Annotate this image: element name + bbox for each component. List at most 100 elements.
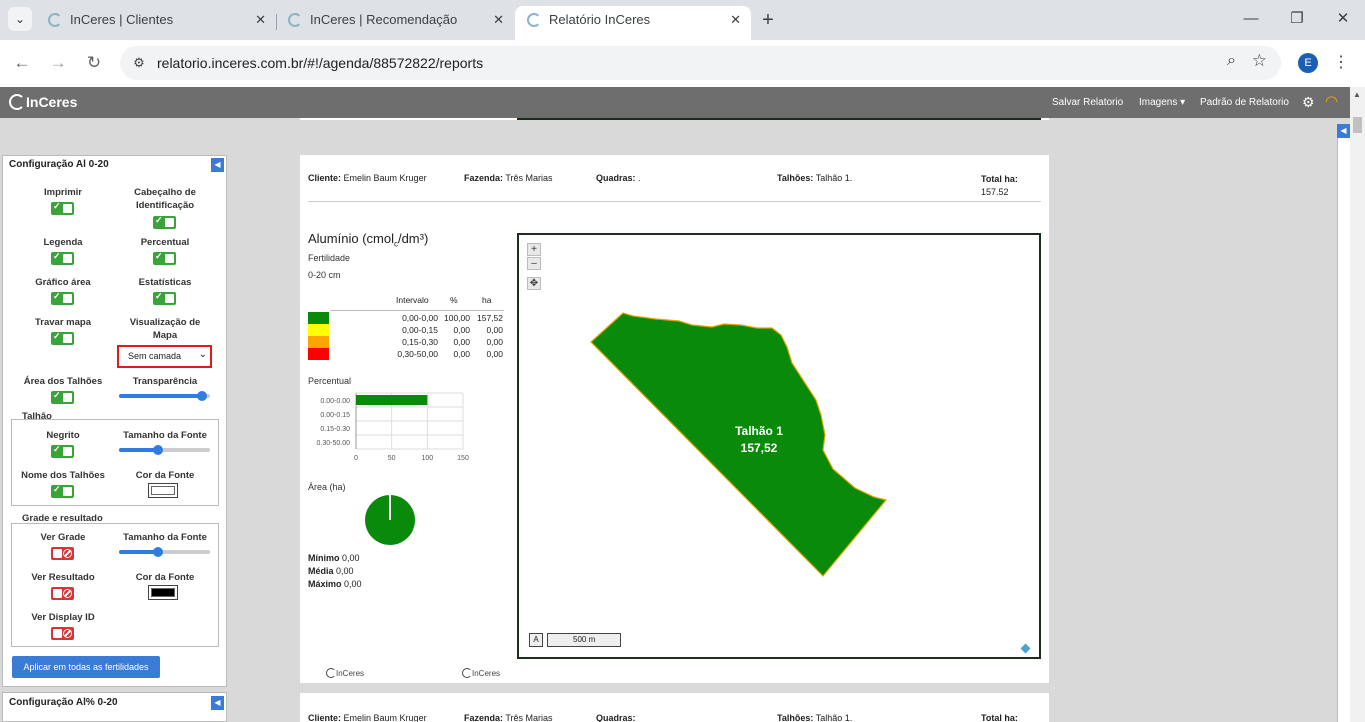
page-scrollbar[interactable]: ▲ bbox=[1350, 87, 1365, 722]
show-result-toggle[interactable] bbox=[51, 587, 74, 600]
grid-font-size-label: Tamanho da Fonte bbox=[123, 532, 207, 543]
close-window-icon[interactable]: ✕ bbox=[1333, 8, 1353, 30]
plot-map[interactable]: + – ✥ Talhão 1 157,52 A 500 m bbox=[517, 233, 1041, 659]
grid-font-color-picker[interactable] bbox=[148, 585, 178, 600]
plot-name-label: Talhão 1 bbox=[735, 424, 783, 438]
depth-label: 0-20 cm bbox=[308, 270, 341, 280]
plot-map-label: Talhão 1 157,52 bbox=[709, 423, 809, 457]
connection-wifi-icon: ◠ bbox=[1325, 93, 1339, 110]
percent-toggle[interactable]: ✓ bbox=[153, 251, 176, 265]
color-swatch bbox=[151, 486, 175, 495]
chart-tick-label: 50 bbox=[388, 455, 396, 462]
restore-icon[interactable]: ❐ bbox=[1287, 8, 1307, 30]
stats-toggle[interactable]: ✓ bbox=[153, 291, 176, 305]
plot-names-toggle[interactable]: ✓ bbox=[51, 484, 74, 498]
default-report-link[interactable]: Padrão de Relatorio bbox=[1200, 87, 1289, 118]
slider-knob[interactable] bbox=[153, 445, 163, 455]
collapse-panel-icon[interactable]: ◀ bbox=[211, 158, 224, 172]
close-tab-icon[interactable]: ✕ bbox=[493, 6, 504, 34]
farm-label: Fazenda: bbox=[464, 713, 504, 722]
zoom-icon[interactable]: ⌕ bbox=[1227, 52, 1236, 70]
scroll-thumb[interactable] bbox=[1353, 117, 1362, 133]
show-grid-toggle[interactable] bbox=[51, 547, 74, 560]
legend-pct: 0,00 bbox=[453, 349, 470, 359]
header-toggle[interactable]: ✓ bbox=[153, 215, 176, 229]
slider-knob[interactable] bbox=[197, 391, 207, 401]
bold-label: Negrito bbox=[46, 430, 80, 441]
browser-tab-clientes[interactable]: InCeres | Clientes ✕ bbox=[36, 6, 276, 40]
plots-value: Talhão 1. bbox=[815, 173, 853, 183]
toggle-knob bbox=[53, 629, 62, 638]
grid-font-size-slider[interactable] bbox=[119, 547, 210, 557]
legend-header-pct: % bbox=[450, 295, 458, 305]
percent-label: Percentual bbox=[308, 376, 352, 386]
address-bar[interactable]: ⚙ relatorio.inceres.com.br/#!/agenda/885… bbox=[120, 46, 1281, 80]
reload-icon[interactable]: ↻ bbox=[83, 52, 105, 74]
collapse-panel-icon[interactable]: ◀ bbox=[211, 696, 224, 710]
expand-panel-icon[interactable]: ◀ bbox=[1337, 124, 1350, 138]
blocks-info: Quadras: bbox=[596, 713, 636, 722]
browser-toolbar: ← → ↻ ⚙ relatorio.inceres.com.br/#!/agen… bbox=[0, 40, 1365, 87]
farm-value: Três Marias bbox=[505, 713, 553, 722]
plots-label: Talhões: bbox=[777, 713, 814, 722]
check-icon: ✓ bbox=[53, 390, 61, 400]
map-layer-select[interactable]: Sem camada ⌄ bbox=[117, 345, 212, 368]
lock-map-toggle[interactable]: ✓ bbox=[51, 331, 74, 345]
area-chart-toggle[interactable]: ✓ bbox=[51, 291, 74, 305]
legend-toggle[interactable]: ✓ bbox=[51, 251, 74, 265]
slider-fill bbox=[119, 394, 205, 398]
farm-info: Fazenda: Três Marias bbox=[464, 713, 553, 722]
images-menu-label: Imagens bbox=[1139, 97, 1178, 108]
inceres-favicon-icon bbox=[527, 13, 541, 27]
app-viewport: InCeres InCeres A 500 m InCeres Salvar R… bbox=[0, 87, 1365, 722]
apply-all-button[interactable]: Aplicar em todas as fertilidades bbox=[12, 656, 160, 678]
chart-category-label: 0.30-50.00 bbox=[317, 440, 351, 447]
site-info-icon[interactable]: ⚙ bbox=[130, 54, 148, 72]
back-icon[interactable]: ← bbox=[11, 52, 33, 74]
settings-gear-icon[interactable]: ⚙ bbox=[1302, 94, 1315, 111]
footer-logo: InCeres bbox=[326, 668, 364, 678]
chart-tick-label: 0 bbox=[354, 455, 358, 462]
images-menu[interactable]: Imagens ▾ bbox=[1139, 87, 1185, 118]
slider-knob[interactable] bbox=[153, 547, 163, 557]
toggle-knob bbox=[63, 204, 72, 213]
bookmark-star-icon[interactable]: ☆ bbox=[1252, 51, 1267, 71]
bold-toggle[interactable]: ✓ bbox=[51, 444, 74, 458]
legend-ha: 0,00 bbox=[486, 349, 503, 359]
plots-info: Talhões: Talhão 1. bbox=[777, 173, 852, 183]
forward-icon[interactable]: → bbox=[47, 52, 69, 74]
legend-ha: 0,00 bbox=[486, 325, 503, 335]
farm-label: Fazenda: bbox=[464, 173, 504, 183]
config-panel: Configuração Al 0-20 ◀ Imprimir ✓ Cabeça… bbox=[2, 155, 227, 687]
legend-pct: 0,00 bbox=[453, 337, 470, 347]
profile-avatar[interactable]: E bbox=[1298, 53, 1318, 73]
minimize-icon[interactable]: — bbox=[1241, 8, 1261, 30]
inceres-logo-icon bbox=[326, 668, 336, 678]
legend-swatch bbox=[308, 348, 329, 360]
print-toggle[interactable]: ✓ bbox=[51, 201, 74, 215]
browser-tab-bar: ⌄ InCeres | Clientes ✕ InCeres | Recomen… bbox=[0, 0, 1365, 40]
url-text[interactable]: relatorio.inceres.com.br/#!/agenda/88572… bbox=[157, 46, 483, 80]
plot-area-label: 157,52 bbox=[740, 441, 778, 455]
talhao-font-color-picker[interactable] bbox=[148, 483, 178, 498]
app-logo[interactable]: InCeres bbox=[9, 91, 77, 113]
footer-logo: InCeres bbox=[462, 668, 500, 678]
new-tab-icon[interactable]: + bbox=[758, 6, 778, 34]
save-report-link[interactable]: Salvar Relatorio bbox=[1052, 87, 1123, 118]
browser-menu-icon[interactable]: ⋮ bbox=[1333, 52, 1349, 72]
legend-interval: 0,15-0,30 bbox=[402, 337, 438, 347]
close-tab-icon[interactable]: ✕ bbox=[255, 6, 266, 34]
talhao-font-size-slider[interactable] bbox=[119, 445, 210, 455]
close-tab-icon[interactable]: ✕ bbox=[730, 6, 741, 34]
plot-area-toggle[interactable]: ✓ bbox=[51, 390, 74, 404]
app-logo-text: InCeres bbox=[26, 94, 78, 110]
scale-bar: 500 m bbox=[547, 633, 621, 647]
browser-tab-relatorio[interactable]: Relatório InCeres ✕ bbox=[515, 6, 751, 40]
browser-tab-recomendacao[interactable]: InCeres | Recomendação ✕ bbox=[276, 6, 514, 40]
transparency-slider[interactable] bbox=[119, 391, 210, 401]
show-display-id-toggle[interactable] bbox=[51, 627, 74, 640]
plot-area-label: Área dos Talhões bbox=[23, 376, 103, 387]
pie-slice-divider bbox=[389, 495, 391, 520]
scroll-up-icon[interactable]: ▲ bbox=[1353, 90, 1361, 99]
tab-search-button[interactable]: ⌄ bbox=[8, 7, 32, 31]
